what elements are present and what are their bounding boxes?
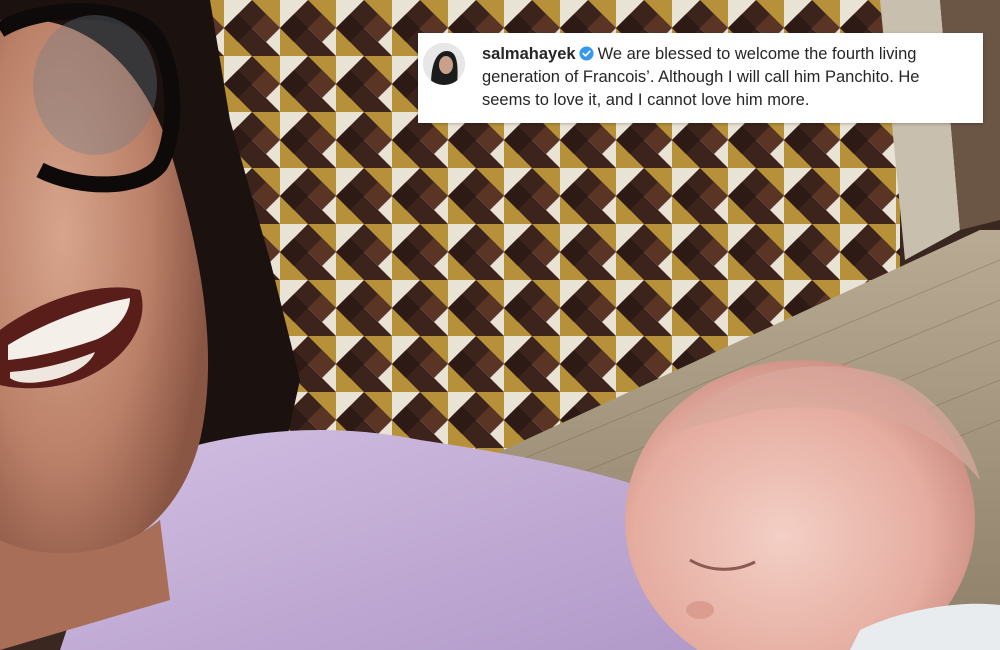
verified-badge-icon: [579, 46, 594, 61]
photo-scene: salmahayek We are blessed to welcome the …: [0, 0, 1000, 650]
profile-avatar[interactable]: [423, 43, 465, 85]
instagram-caption-card: salmahayek We are blessed to welcome the …: [418, 33, 983, 123]
username-label[interactable]: salmahayek: [482, 45, 576, 63]
